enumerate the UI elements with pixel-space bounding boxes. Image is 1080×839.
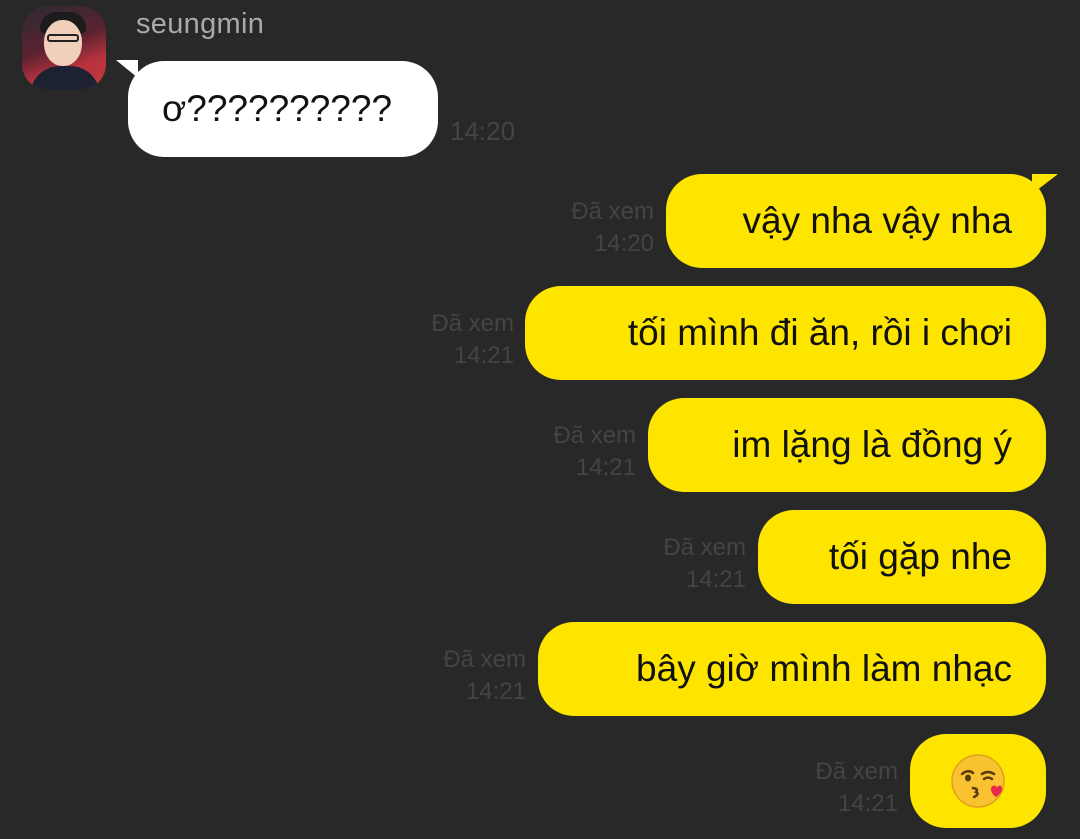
message-meta: Đã xem 14:21 [400,308,514,372]
message-meta: Đã xem 14:21 [522,420,636,484]
outgoing-message-bubble[interactable]: vậy nha vậy nha [666,174,1046,268]
outgoing-emoji-bubble[interactable] [910,734,1046,828]
avatar-shirt [30,66,100,90]
avatar-face [44,20,82,66]
outgoing-message-bubble[interactable]: tối mình đi ăn, rồi i chơi [525,286,1046,380]
outgoing-message-bubble[interactable]: im lặng là đồng ý [648,398,1046,492]
message-time: 14:21 [575,454,636,481]
read-status: Đã xem [663,534,746,561]
message-time: 14:21 [685,566,746,593]
read-status: Đã xem [815,758,898,785]
outgoing-message-bubble[interactable]: tối gặp nhe [758,510,1046,604]
message-meta: Đã xem 14:21 [412,644,526,708]
outgoing-message-bubble[interactable]: bây giờ mình làm nhạc [538,622,1046,716]
incoming-message-bubble[interactable]: ơ?????????? [128,61,438,157]
message-meta: Đã xem 14:21 [632,532,746,596]
contact-avatar[interactable] [22,6,106,90]
message-time: 14:20 [450,116,516,146]
message-time: 14:21 [465,678,526,705]
message-meta: Đã xem 14:21 [784,756,898,820]
kissing-face-with-heart-icon [951,754,1005,808]
read-status: Đã xem [571,198,654,225]
message-meta: Đã xem 14:20 [540,196,654,260]
message-text: bây giờ mình làm nhạc [636,648,1012,689]
message-time: 14:21 [837,790,898,817]
sender-name: seungmin [136,8,265,40]
message-time: 14:21 [453,342,514,369]
message-text: ơ?????????? [162,88,393,129]
message-time: 14:20 [593,230,654,257]
message-text: im lặng là đồng ý [732,424,1012,465]
read-status: Đã xem [553,422,636,449]
message-text: tối gặp nhe [828,536,1012,577]
read-status: Đã xem [443,646,526,673]
avatar-glasses [47,34,79,42]
read-status: Đã xem [431,310,514,337]
message-text: vậy nha vậy nha [742,200,1012,241]
message-text: tối mình đi ăn, rồi i chơi [627,312,1012,353]
